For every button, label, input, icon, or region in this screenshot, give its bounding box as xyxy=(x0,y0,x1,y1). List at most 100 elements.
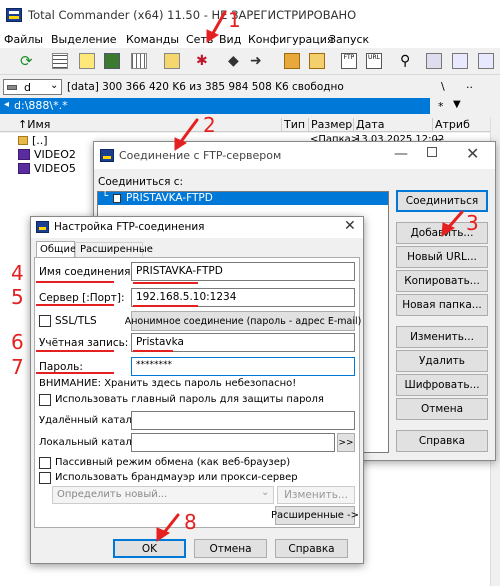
col-type[interactable]: Тип xyxy=(281,118,305,131)
back-icon[interactable]: ◆ xyxy=(228,53,244,69)
app-icon xyxy=(6,8,22,22)
ftp-icon[interactable]: FTP xyxy=(341,53,357,69)
menu-selection[interactable]: Выделение xyxy=(51,33,117,46)
connect-button[interactable]: Соединиться xyxy=(396,190,488,212)
up-button[interactable]: .. xyxy=(466,78,473,91)
rename-icon[interactable] xyxy=(426,53,442,69)
col-name[interactable]: ↑Имя xyxy=(18,118,50,131)
cancel-connect-button[interactable]: Отмена xyxy=(396,398,488,420)
new-folder-button[interactable]: Новая папка... xyxy=(396,294,488,316)
video-folder-icon xyxy=(18,149,30,160)
drive-icon xyxy=(7,85,17,90)
edit-button[interactable]: Изменить... xyxy=(396,326,488,348)
path-bar: ◂ d:\888\*.* xyxy=(0,98,500,114)
menu-commands[interactable]: Команды xyxy=(126,33,179,46)
thumbnails-icon[interactable] xyxy=(104,53,120,69)
maximize-icon[interactable] xyxy=(427,147,437,157)
master-password-label: Использовать главный пароль для защиты п… xyxy=(55,394,324,405)
underline-name-value xyxy=(133,282,198,284)
delete-button[interactable]: Удалить xyxy=(396,350,488,372)
menu-configuration[interactable]: Конфигурация xyxy=(248,33,334,46)
connection-list-item[interactable]: └ PRISTAVKA-FTPD xyxy=(98,191,388,205)
history-dropdown-icon[interactable]: ▼ xyxy=(453,99,461,110)
anonymous-login-button[interactable]: Анонимное соединение (пароль - адрес E-m… xyxy=(125,311,361,331)
help-connect-button[interactable]: Справка xyxy=(396,430,488,452)
history-arrow-icon[interactable]: ◂ xyxy=(4,99,9,110)
ssl-checkbox[interactable] xyxy=(39,315,51,327)
annotation-8: 8 xyxy=(184,510,197,534)
settings-title: Настройка FTP-соединения xyxy=(54,221,205,233)
col-date[interactable]: Дата xyxy=(353,118,384,131)
help-button[interactable]: Справка xyxy=(275,539,348,558)
annotation-3: 3 xyxy=(466,211,479,235)
minimize-icon[interactable]: — xyxy=(394,146,408,162)
refresh-icon[interactable]: ⟳ xyxy=(20,53,36,69)
close-icon[interactable]: ✕ xyxy=(344,218,356,234)
col-attr[interactable]: Атриб xyxy=(432,118,470,131)
connection-name-label: Имя соединения: xyxy=(39,266,135,278)
underline-password xyxy=(36,372,114,374)
col-size[interactable]: Размер xyxy=(308,118,352,131)
current-path: d:\888\*.* xyxy=(14,99,68,112)
invert-selection-icon[interactable]: ✱ xyxy=(196,53,212,69)
underline-account-value xyxy=(133,350,173,352)
remote-dir-field[interactable] xyxy=(131,411,355,430)
annotation-2: 2 xyxy=(203,113,216,137)
tree-expander-icon: └ xyxy=(102,191,109,202)
sort-icon[interactable] xyxy=(164,53,180,69)
annotation-1: 1 xyxy=(228,8,241,32)
sync-icon[interactable] xyxy=(478,53,494,69)
chevron-down-icon: ⌄ xyxy=(261,487,270,498)
server-icon xyxy=(113,194,121,203)
passive-mode-label: Пассивный режим обмена (как веб-браузер) xyxy=(55,457,291,468)
video-folder-icon xyxy=(18,163,30,174)
cancel-button[interactable]: Отмена xyxy=(194,539,267,558)
tree-icon[interactable] xyxy=(131,53,147,69)
pack-icon[interactable] xyxy=(284,53,300,69)
root-button[interactable]: \ xyxy=(441,80,445,93)
server-port-label: Сервер [:Порт]: xyxy=(39,292,125,304)
filter-star[interactable]: * xyxy=(438,100,444,113)
compare-icon[interactable] xyxy=(452,53,468,69)
browse-local-button[interactable]: >> xyxy=(337,433,355,452)
up-folder-icon xyxy=(18,136,28,145)
unpack-icon[interactable] xyxy=(309,53,325,69)
underline-server xyxy=(36,304,114,306)
tab-advanced[interactable]: Расширенные xyxy=(75,242,153,257)
brief-view-icon[interactable] xyxy=(52,53,68,69)
master-password-checkbox[interactable] xyxy=(39,394,51,406)
ftp-dialog-titlebar: Соединение с FTP-сервером — ✕ xyxy=(94,142,495,169)
tab-general[interactable]: Общие xyxy=(36,241,76,257)
firewall-label: Использовать брандмауэр или прокси-серве… xyxy=(55,472,298,483)
menu-files[interactable]: Файлы xyxy=(4,33,43,46)
encrypt-button[interactable]: Шифровать... xyxy=(396,374,488,396)
underline-server-value xyxy=(133,305,198,307)
proxy-change-button[interactable]: Изменить... xyxy=(277,486,355,504)
search-icon[interactable]: ⚲ xyxy=(400,53,416,69)
ftp-dialog-icon xyxy=(100,149,114,162)
url-icon[interactable]: URL xyxy=(366,53,382,69)
proxy-select[interactable]: Определить новый... ⌄ xyxy=(52,486,274,504)
column-header: ↑Имя Тип Размер Дата Атриб xyxy=(0,117,500,132)
tc-title: Total Commander (x64) 11.50 - НЕ ЗАРЕГИС… xyxy=(28,8,357,22)
advanced-button[interactable]: Расширенные -> xyxy=(271,506,359,525)
drive-select[interactable]: d ⌄ xyxy=(3,79,62,95)
close-icon[interactable]: ✕ xyxy=(466,144,479,163)
copy-button[interactable]: Копировать... xyxy=(396,270,488,292)
connection-name-field[interactable]: PRISTAVKA-FTPD xyxy=(131,262,355,281)
menu-network[interactable]: Сеть xyxy=(186,33,213,46)
passive-mode-checkbox[interactable] xyxy=(39,457,51,469)
new-url-button[interactable]: Новый URL... xyxy=(396,246,488,268)
local-dir-field[interactable] xyxy=(131,433,335,452)
ok-button[interactable]: OK xyxy=(113,539,186,558)
drive-bar: d ⌄ [data] 300 366 420 K6 из 385 984 508… xyxy=(0,76,500,98)
menu-launch[interactable]: Запуск xyxy=(329,33,369,46)
full-view-icon[interactable] xyxy=(79,53,95,69)
forward-icon[interactable]: ➜ xyxy=(250,53,266,69)
annotation-6: 6 xyxy=(11,330,24,354)
account-label: Учётная запись: xyxy=(39,337,129,349)
menu-view[interactable]: Вид xyxy=(219,33,241,46)
firewall-checkbox[interactable] xyxy=(39,472,51,484)
ftp-dialog-title: Соединение с FTP-сервером xyxy=(119,149,282,162)
password-field[interactable]: ******** xyxy=(131,357,355,376)
